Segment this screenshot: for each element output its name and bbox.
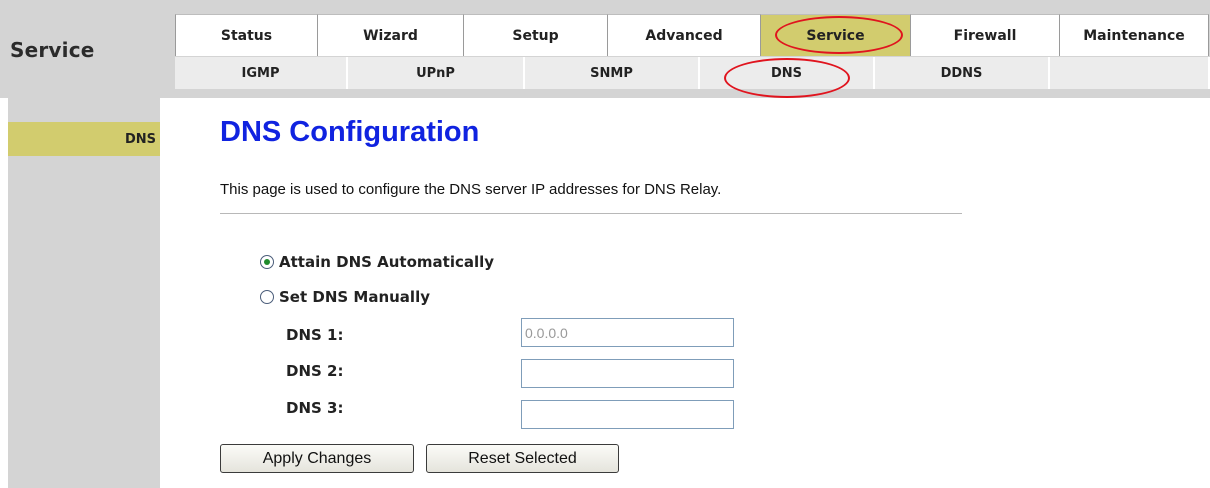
radio-button-checked[interactable] — [260, 255, 274, 269]
dns3-label: DNS 3: — [286, 399, 344, 417]
dns1-field[interactable] — [521, 318, 734, 347]
subtab-igmp[interactable]: IGMP — [175, 57, 348, 89]
tab-maintenance[interactable]: Maintenance — [1060, 14, 1209, 56]
page-title: DNS Configuration — [220, 116, 480, 148]
header-bar: Service Status Wizard Setup Advanced Ser… — [0, 0, 1210, 98]
subtab-snmp[interactable]: SNMP — [525, 57, 700, 89]
dns2-label: DNS 2: — [286, 362, 344, 380]
section-title: Service — [10, 38, 95, 62]
subtab-empty — [1050, 57, 1210, 89]
sidebar: DNS — [8, 98, 160, 488]
tab-status[interactable]: Status — [175, 14, 318, 56]
radio-button-unchecked[interactable] — [260, 290, 274, 304]
tab-setup[interactable]: Setup — [464, 14, 608, 56]
radio-label-auto: Attain DNS Automatically — [279, 253, 495, 271]
subtab-dns[interactable]: DNS — [700, 57, 875, 89]
dns3-field[interactable] — [521, 400, 734, 429]
subtab-ddns[interactable]: DDNS — [875, 57, 1050, 89]
sidebar-item-dns[interactable]: DNS — [8, 122, 160, 156]
tab-advanced[interactable]: Advanced — [608, 14, 761, 56]
divider — [220, 213, 962, 214]
main-content: DNS Configuration This page is used to c… — [220, 100, 1200, 488]
radio-label-manual: Set DNS Manually — [279, 288, 430, 306]
main-tabs: Status Wizard Setup Advanced Service Fir… — [175, 14, 1209, 56]
radio-set-dns-manually[interactable]: Set DNS Manually — [260, 288, 430, 306]
subtab-upnp[interactable]: UPnP — [348, 57, 525, 89]
radio-attain-dns-automatically[interactable]: Attain DNS Automatically — [260, 253, 494, 271]
page-description: This page is used to configure the DNS s… — [220, 181, 722, 198]
sub-tabs: IGMP UPnP SNMP DNS DDNS — [175, 57, 1210, 89]
reset-selected-button[interactable]: Reset Selected — [426, 444, 619, 473]
apply-changes-button[interactable]: Apply Changes — [220, 444, 414, 473]
dns2-field[interactable] — [521, 359, 734, 388]
tab-wizard[interactable]: Wizard — [318, 14, 464, 56]
dns1-label: DNS 1: — [286, 326, 344, 344]
tab-service[interactable]: Service — [761, 14, 911, 56]
tab-firewall[interactable]: Firewall — [911, 14, 1060, 56]
